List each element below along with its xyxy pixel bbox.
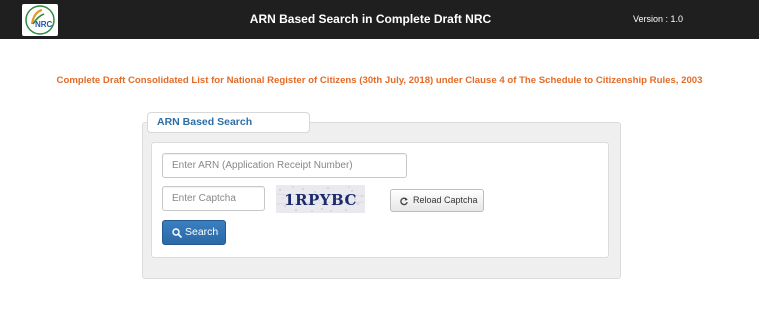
panel-legend: ARN Based Search — [147, 112, 310, 133]
search-label: Search — [185, 226, 219, 238]
arn-input[interactable] — [162, 153, 407, 178]
captcha-image: 1RPYBC — [276, 185, 365, 213]
search-icon — [172, 228, 182, 238]
captcha-input[interactable] — [162, 186, 265, 211]
version-label: Version : 1.0 — [632, 14, 683, 24]
top-navbar: NRC ARN Based Search in Complete Draft N… — [0, 0, 759, 39]
register-subtitle: Complete Draft Consolidated List for Nat… — [56, 75, 703, 86]
captcha-text: 1RPYBC — [284, 191, 357, 209]
reload-captcha-label: Reload Captcha — [413, 195, 478, 205]
refresh-icon — [400, 197, 408, 206]
reload-captcha-button[interactable]: Reload Captcha — [390, 189, 484, 212]
search-button[interactable]: Search — [162, 220, 226, 245]
